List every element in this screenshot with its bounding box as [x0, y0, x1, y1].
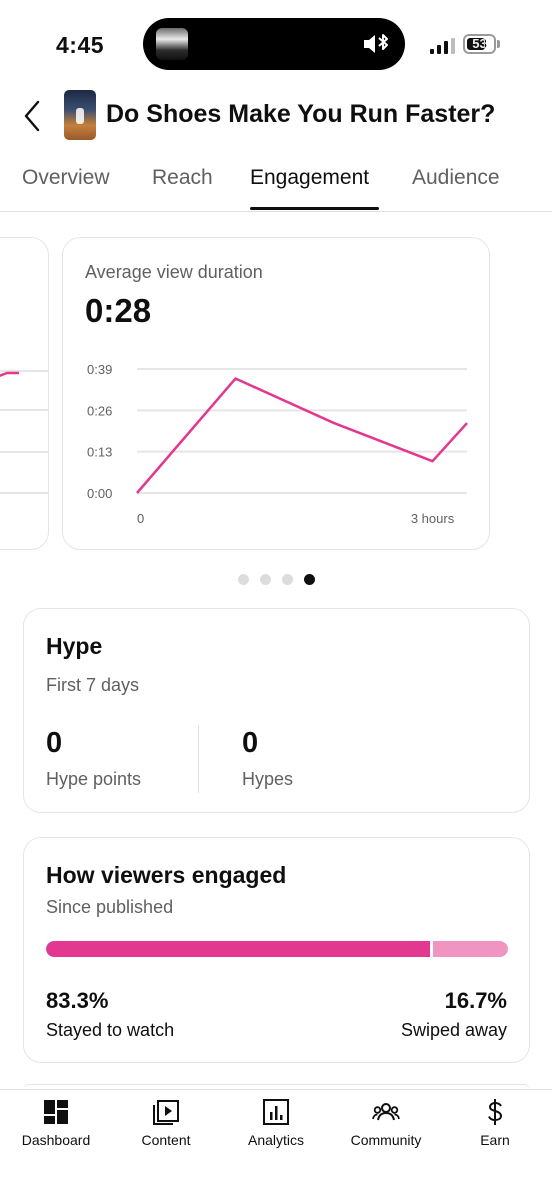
tab-audience[interactable]: Audience — [412, 166, 500, 190]
nav-label: Earn — [480, 1132, 510, 1148]
earn-icon — [488, 1099, 503, 1125]
avg-view-duration-line — [136, 377, 468, 494]
nav-community[interactable]: Community — [331, 1098, 441, 1158]
nav-dashboard[interactable]: Dashboard — [1, 1098, 111, 1158]
analytics-icon — [263, 1099, 289, 1125]
y-tick-label: 0:00 — [87, 486, 112, 501]
status-time: 4:45 — [56, 32, 105, 58]
carousel-pagination — [238, 574, 318, 586]
nav-earn[interactable]: Earn — [440, 1098, 550, 1158]
previous-metric-card[interactable] — [0, 237, 49, 550]
bluetooth-speaker-icon — [364, 34, 388, 53]
dashboard-icon — [44, 1100, 68, 1124]
nav-label: Content — [141, 1132, 191, 1148]
hypes-label: Hypes — [242, 769, 294, 789]
carousel-dot[interactable] — [260, 574, 271, 585]
hype-subtitle: First 7 days — [46, 675, 140, 695]
average-view-duration-card[interactable]: Average view duration 0:28 0:00 0:13 0:26 0… — [62, 237, 490, 550]
page-title: Do Shoes Make You Run Faster? — [106, 100, 496, 128]
back-button[interactable] — [18, 96, 48, 136]
carousel-dot[interactable] — [282, 574, 293, 585]
hype-card: Hype First 7 days 0 Hype points 0 Hypes — [23, 608, 530, 813]
battery-icon: 53 — [463, 34, 501, 54]
stat-divider — [198, 725, 199, 793]
community-icon — [372, 1103, 400, 1121]
y-tick-label: 0:39 — [87, 362, 112, 377]
content-icon — [153, 1100, 179, 1125]
nav-label: Dashboard — [21, 1132, 91, 1148]
swiped-percent: 16.7% — [444, 988, 507, 1013]
stayed-percent: 83.3% — [46, 988, 109, 1013]
previous-card-chart — [0, 370, 48, 494]
hype-points-label: Hype points — [46, 769, 142, 789]
hype-title: Hype — [46, 633, 103, 659]
page-header: Do Shoes Make You Run Faster? — [0, 88, 552, 144]
engaged-title: How viewers engaged — [46, 862, 287, 888]
bottom-navigation: Dashboard Content Analytics Community Ea… — [0, 1089, 552, 1200]
now-playing-thumbnail — [156, 28, 188, 60]
carousel-dot[interactable] — [238, 574, 249, 585]
active-tab-indicator — [250, 207, 379, 210]
nav-analytics[interactable]: Analytics — [221, 1098, 331, 1158]
tab-engagement[interactable]: Engagement — [250, 166, 369, 190]
dynamic-island[interactable] — [143, 18, 405, 70]
stayed-label: Stayed to watch — [46, 1020, 175, 1040]
hypes-value: 0 — [242, 727, 259, 759]
carousel-dot[interactable] — [304, 574, 315, 585]
nav-content[interactable]: Content — [111, 1098, 221, 1158]
video-thumbnail[interactable] — [64, 90, 96, 140]
x-tick-label: 0 — [137, 511, 144, 526]
analytics-tabs: Overview Reach Engagement Audience — [0, 158, 552, 212]
tab-reach[interactable]: Reach — [152, 166, 213, 190]
status-bar: 4:45 53 — [0, 0, 552, 90]
nav-label: Community — [350, 1132, 422, 1148]
tab-overview[interactable]: Overview — [22, 166, 110, 190]
stayed-to-watch-bar — [46, 941, 430, 957]
swiped-away-bar — [433, 941, 508, 957]
cellular-signal-icon — [430, 38, 455, 54]
engaged-subtitle: Since published — [46, 897, 174, 917]
y-tick-label: 0:13 — [87, 445, 112, 460]
viewers-engaged-card: How viewers engaged Since published 83.3… — [23, 837, 530, 1063]
engagement-split-bar — [46, 941, 508, 957]
nav-label: Analytics — [247, 1132, 305, 1148]
battery-level: 53 — [472, 36, 487, 51]
swiped-label: Swiped away — [400, 1020, 507, 1040]
y-tick-label: 0:26 — [87, 403, 112, 418]
hype-points-value: 0 — [46, 727, 63, 759]
x-tick-label: 3 hours — [411, 511, 455, 526]
average-view-duration-chart: 0:00 0:13 0:26 0:39 0 3 hours — [87, 362, 468, 526]
